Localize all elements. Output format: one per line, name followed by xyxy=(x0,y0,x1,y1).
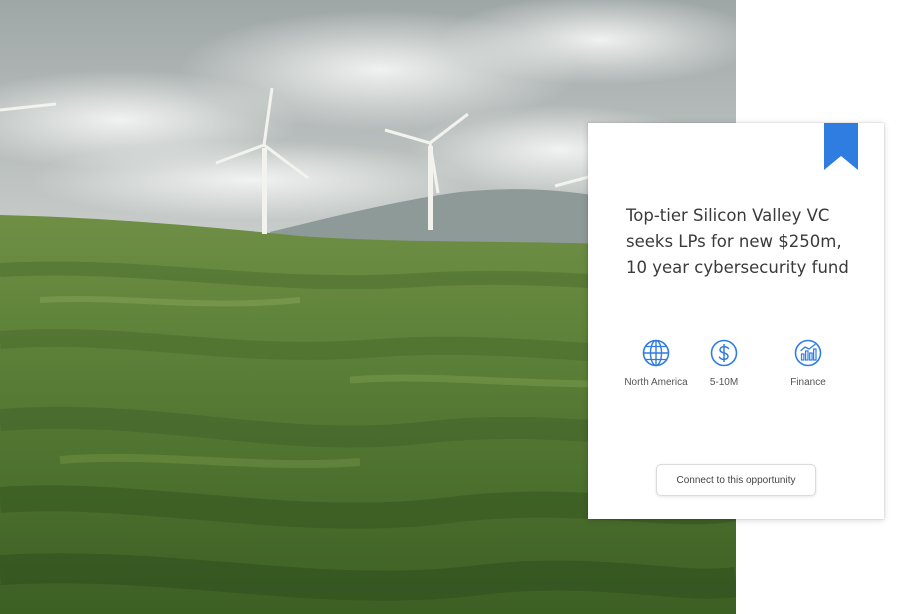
opportunity-card: Top-tier Silicon Valley VC seeks LPs for… xyxy=(588,123,884,519)
meta-size: 5-10M xyxy=(684,338,764,388)
meta-sector: Finance xyxy=(768,338,848,388)
meta-size-label: 5-10M xyxy=(709,377,739,388)
opportunity-title: Top-tier Silicon Valley VC seeks LPs for… xyxy=(626,206,849,277)
connect-opportunity-button[interactable]: Connect to this opportunity xyxy=(656,464,816,496)
bookmark-icon[interactable] xyxy=(824,123,858,170)
chart-icon xyxy=(794,339,822,367)
meta-sector-label: Finance xyxy=(790,377,826,388)
dollar-icon xyxy=(710,339,738,367)
globe-icon xyxy=(642,339,670,367)
